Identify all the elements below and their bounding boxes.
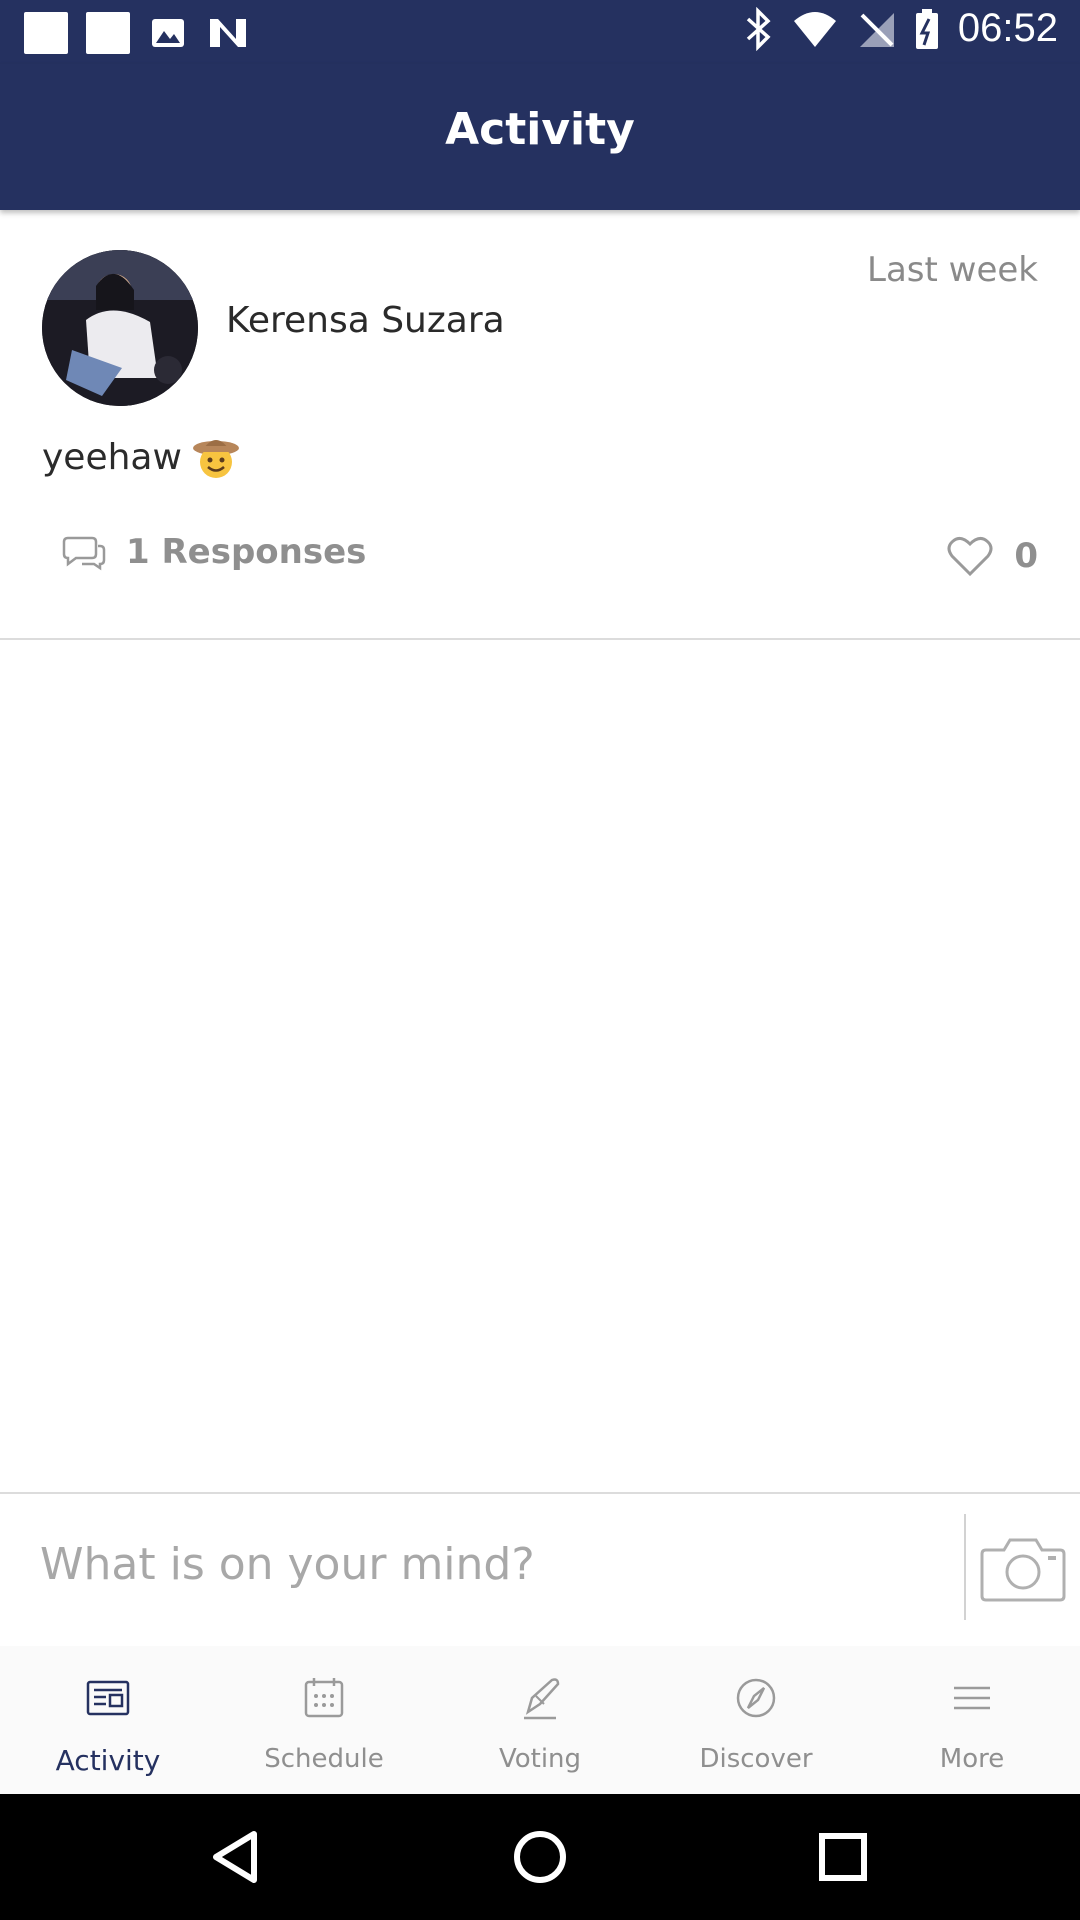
post-body: yeehaw (42, 434, 240, 480)
nav-label-schedule: Schedule (264, 1744, 384, 1774)
back-icon[interactable] (202, 1822, 272, 1892)
compose-bar (0, 1492, 1080, 1646)
voting-pen-icon (524, 1678, 560, 1720)
cowboy-face-emoji-icon (192, 440, 239, 478)
recent-apps-icon[interactable] (808, 1822, 878, 1892)
status-system-icons: 06:52 (744, 6, 1058, 51)
chat-bubbles-icon (62, 536, 106, 571)
image-icon (152, 19, 184, 47)
battery-icon (915, 8, 938, 49)
notification-square-icon (24, 12, 68, 54)
responses-label: 1 Responses (126, 532, 367, 572)
nav-item-voting[interactable]: Voting (432, 1646, 648, 1794)
like-button[interactable]: 0 (946, 534, 1038, 578)
n-app-icon (210, 19, 246, 47)
heart-icon (947, 537, 993, 577)
nav-label-discover: Discover (699, 1744, 813, 1774)
like-count: 0 (1014, 536, 1038, 576)
wifi-icon (793, 11, 836, 47)
bluetooth-icon (746, 6, 771, 51)
nav-label-more: More (939, 1744, 1005, 1774)
camera-icon[interactable] (980, 1532, 1066, 1604)
avatar[interactable] (42, 250, 198, 406)
avatar-photo-icon (42, 250, 198, 406)
compass-icon (736, 1678, 776, 1718)
post-timestamp: Last week (867, 250, 1038, 290)
no-signal-icon (859, 12, 894, 47)
status-bar: 06:52 (0, 0, 1080, 64)
nav-item-schedule[interactable]: Schedule (216, 1646, 432, 1794)
system-navigation-bar (0, 1794, 1080, 1920)
app-bar: Activity (0, 64, 1080, 210)
nav-label-voting: Voting (498, 1744, 582, 1774)
nav-item-more[interactable]: More (864, 1646, 1080, 1794)
bottom-navigation: Activity Schedule Voting Discover More (0, 1646, 1080, 1794)
nav-item-activity[interactable]: Activity (0, 1646, 216, 1794)
page-title: Activity (445, 104, 635, 155)
post-author[interactable]: Kerensa Suzara (226, 300, 505, 341)
nav-item-discover[interactable]: Discover (648, 1646, 864, 1794)
nav-label-activity: Activity (55, 1744, 161, 1777)
compose-divider (964, 1514, 966, 1620)
status-notification-icons (24, 12, 250, 54)
newspaper-icon (86, 1680, 130, 1716)
status-clock: 06:52 (957, 6, 1058, 50)
responses-button[interactable]: 1 Responses (62, 532, 366, 572)
activity-post[interactable]: Kerensa Suzara Last week yeehaw 1 Respon… (0, 212, 1080, 640)
post-text: yeehaw (42, 436, 182, 478)
calendar-icon (304, 1678, 344, 1718)
home-icon[interactable] (505, 1822, 575, 1892)
compose-input[interactable] (38, 1538, 942, 1591)
notification-square-icon (86, 12, 130, 54)
menu-icon (954, 1686, 990, 1710)
